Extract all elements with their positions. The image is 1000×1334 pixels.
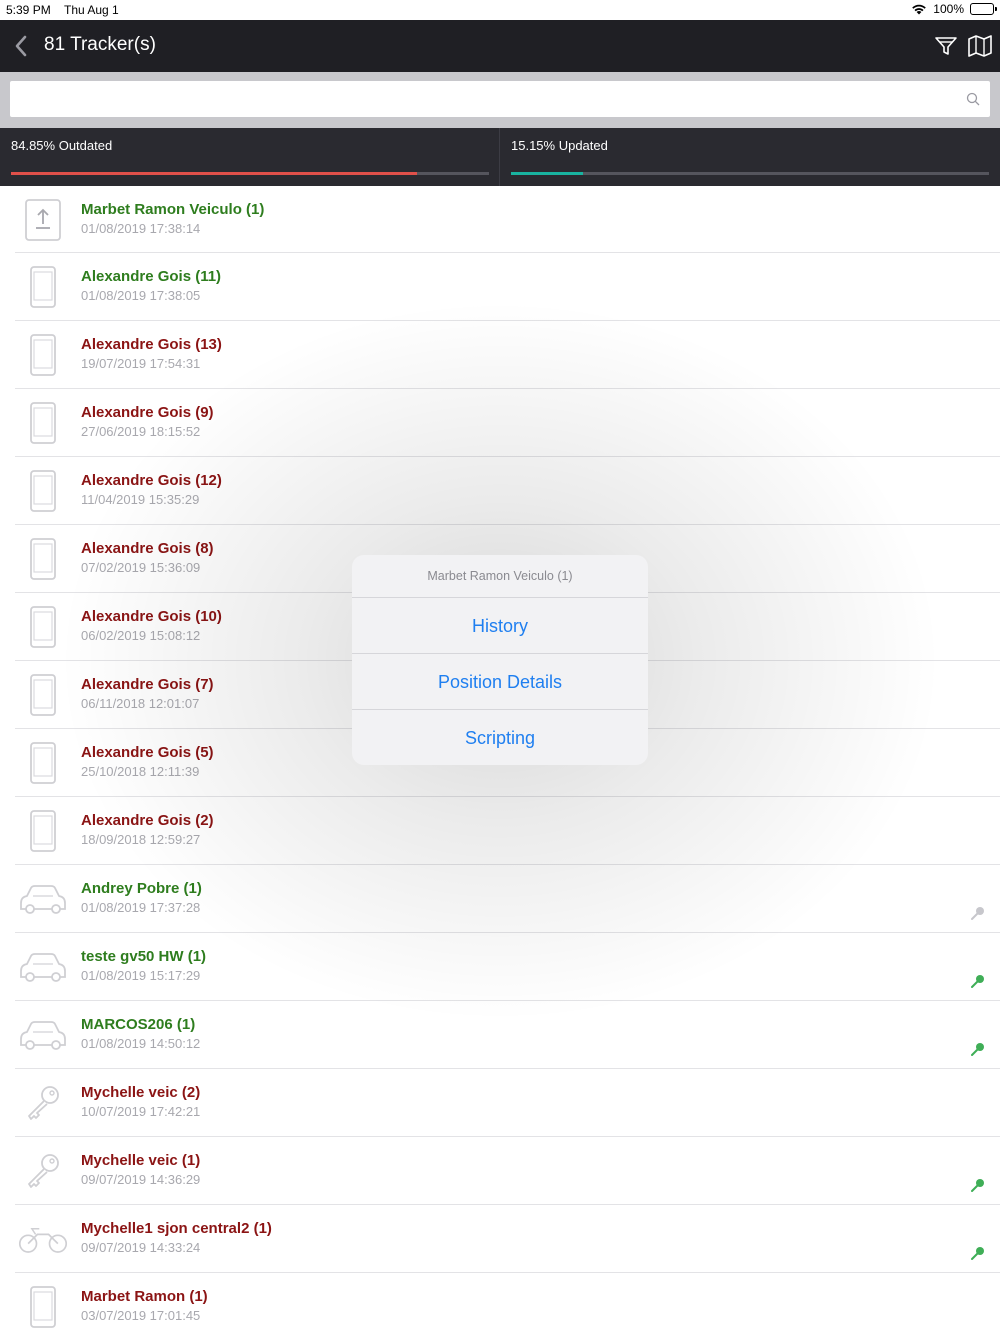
- tracker-timestamp: 01/08/2019 15:17:29: [81, 968, 201, 983]
- tracker-name: Alexandre Gois (7): [81, 676, 214, 693]
- updated-stat: 15.15% Updated: [500, 128, 1000, 186]
- tracker-row[interactable]: Alexandre Gois (12) 11/04/2019 15:35:29: [15, 457, 1000, 525]
- phone-icon: [17, 399, 69, 447]
- status-date: Thu Aug 1: [64, 3, 119, 17]
- status-right: 100%: [911, 2, 997, 16]
- updated-progress-bar: [511, 172, 584, 175]
- tracker-timestamp: 03/07/2019 17:01:45: [81, 1308, 201, 1323]
- key-icon: [17, 1079, 69, 1127]
- tracker-name: Alexandre Gois (5): [81, 744, 214, 761]
- status-bar: 5:39 PM Thu Aug 1 100%: [0, 0, 1000, 20]
- tracker-row[interactable]: Alexandre Gois (2) 18/09/2018 12:59:27: [15, 797, 1000, 865]
- tracker-row[interactable]: MARCOS206 (1) 01/08/2019 14:50:12: [15, 1001, 1000, 1069]
- tracker-timestamp: 27/06/2019 18:15:52: [81, 424, 201, 439]
- nav-bar: 81 Tracker(s): [0, 20, 1000, 72]
- tracker-name: Andrey Pobre (1): [81, 880, 202, 897]
- phone-icon: [17, 671, 69, 719]
- tracker-name: Alexandre Gois (11): [81, 268, 222, 285]
- pin-active-icon: [970, 1177, 986, 1193]
- car-icon: [17, 875, 69, 923]
- page-title: 81 Tracker(s): [44, 34, 156, 55]
- tracker-timestamp: 25/10/2018 12:11:39: [81, 764, 200, 779]
- tracker-timestamp: 01/08/2019 14:50:12: [81, 1036, 201, 1051]
- tracker-timestamp: 06/11/2018 12:01:07: [81, 696, 200, 711]
- battery-percent: 100%: [933, 2, 964, 16]
- back-chevron-icon[interactable]: [12, 34, 32, 58]
- search-input[interactable]: [10, 81, 940, 117]
- phone-icon: [17, 739, 69, 787]
- action-sheet-title: Marbet Ramon Veiculo (1): [352, 555, 648, 598]
- outdated-stat: 84.85% Outdated: [0, 128, 500, 186]
- key-icon: [17, 1147, 69, 1195]
- tracker-row[interactable]: Andrey Pobre (1) 01/08/2019 17:37:28: [15, 865, 1000, 933]
- phone-icon: [17, 807, 69, 855]
- search-field[interactable]: [10, 81, 990, 117]
- scripting-button[interactable]: Scripting: [352, 710, 648, 765]
- tracker-row[interactable]: Mychelle1 sjon central2 (1) 09/07/2019 14…: [15, 1205, 1000, 1273]
- search-icon[interactable]: [966, 92, 980, 106]
- outdated-progress-bar: [11, 172, 417, 175]
- tracker-name: Mychelle veic (2): [81, 1084, 201, 1101]
- tracker-name: teste gv50 HW (1): [81, 948, 207, 965]
- upload-device-icon: [17, 196, 69, 244]
- search-bar: [0, 72, 1000, 128]
- tracker-name: Alexandre Gois (2): [81, 812, 214, 829]
- tracker-name: MARCOS206 (1): [81, 1016, 196, 1033]
- tracker-row[interactable]: Mychelle veic (1) 09/07/2019 14:36:29: [15, 1137, 1000, 1205]
- phone-icon: [17, 263, 69, 311]
- tracker-timestamp: 09/07/2019 14:36:29: [81, 1172, 201, 1187]
- tracker-row[interactable]: teste gv50 HW (1) 01/08/2019 15:17:29: [15, 933, 1000, 1001]
- outdated-progress-track: [11, 172, 489, 175]
- pin-active-icon: [970, 973, 986, 989]
- pin-active-icon: [970, 1041, 986, 1057]
- pin-inactive-icon: [970, 905, 986, 921]
- status-time: 5:39 PM: [6, 3, 51, 17]
- phone-icon: [17, 603, 69, 651]
- tracker-timestamp: 01/08/2019 17:38:14: [81, 221, 201, 236]
- tracker-name: Alexandre Gois (10): [81, 608, 222, 625]
- car-icon: [17, 1011, 69, 1059]
- outdated-label: 84.85% Outdated: [11, 138, 113, 153]
- history-button[interactable]: History: [352, 598, 648, 654]
- tracker-name: Mychelle1 sjon central2 (1): [81, 1220, 272, 1237]
- phone-icon: [17, 331, 69, 379]
- tracker-stats: 84.85% Outdated 15.15% Updated: [0, 128, 1000, 186]
- action-sheet: Marbet Ramon Veiculo (1) History Positio…: [352, 555, 648, 765]
- updated-progress-track: [511, 172, 989, 175]
- filter-icon[interactable]: [934, 34, 958, 58]
- tracker-timestamp: 11/04/2019 15:35:29: [81, 492, 200, 507]
- tracker-name: Marbet Ramon (1): [81, 1288, 208, 1305]
- tracker-name: Alexandre Gois (12): [81, 472, 222, 489]
- battery-icon: [970, 3, 997, 15]
- tracker-name: Alexandre Gois (9): [81, 404, 214, 421]
- tracker-name: Alexandre Gois (13): [81, 336, 222, 353]
- tracker-row[interactable]: Marbet Ramon Veiculo (1) 01/08/2019 17:38…: [15, 186, 1000, 253]
- tracker-row[interactable]: Alexandre Gois (11) 01/08/2019 17:38:05: [15, 253, 1000, 321]
- tracker-row[interactable]: Alexandre Gois (13) 19/07/2019 17:54:31: [15, 321, 1000, 389]
- tracker-timestamp: 10/07/2019 17:42:21: [81, 1104, 201, 1119]
- tracker-timestamp: 18/09/2018 12:59:27: [81, 832, 201, 847]
- tracker-name: Mychelle veic (1): [81, 1152, 201, 1169]
- updated-label: 15.15% Updated: [511, 138, 608, 153]
- tracker-timestamp: 09/07/2019 14:33:24: [81, 1240, 201, 1255]
- tracker-timestamp: 01/08/2019 17:37:28: [81, 900, 201, 915]
- tracker-timestamp: 19/07/2019 17:54:31: [81, 356, 201, 371]
- phone-icon: [17, 535, 69, 583]
- wifi-icon: [912, 4, 927, 15]
- tracker-name: Alexandre Gois (8): [81, 540, 214, 557]
- map-icon[interactable]: [967, 34, 993, 58]
- motorcycle-icon: [17, 1215, 69, 1263]
- pin-active-icon: [970, 1245, 986, 1261]
- car-icon: [17, 943, 69, 991]
- tracker-timestamp: 07/02/2019 15:36:09: [81, 560, 201, 575]
- tracker-timestamp: 01/08/2019 17:38:05: [81, 288, 201, 303]
- position-details-button[interactable]: Position Details: [352, 654, 648, 710]
- phone-icon: [17, 1283, 69, 1331]
- tracker-row[interactable]: Alexandre Gois (9) 27/06/2019 18:15:52: [15, 389, 1000, 457]
- tracker-row[interactable]: Mychelle veic (2) 10/07/2019 17:42:21: [15, 1069, 1000, 1137]
- tracker-name: Marbet Ramon Veiculo (1): [81, 201, 265, 218]
- tracker-timestamp: 06/02/2019 15:08:12: [81, 628, 201, 643]
- phone-icon: [17, 467, 69, 515]
- tracker-row[interactable]: Marbet Ramon (1) 03/07/2019 17:01:45: [15, 1273, 1000, 1334]
